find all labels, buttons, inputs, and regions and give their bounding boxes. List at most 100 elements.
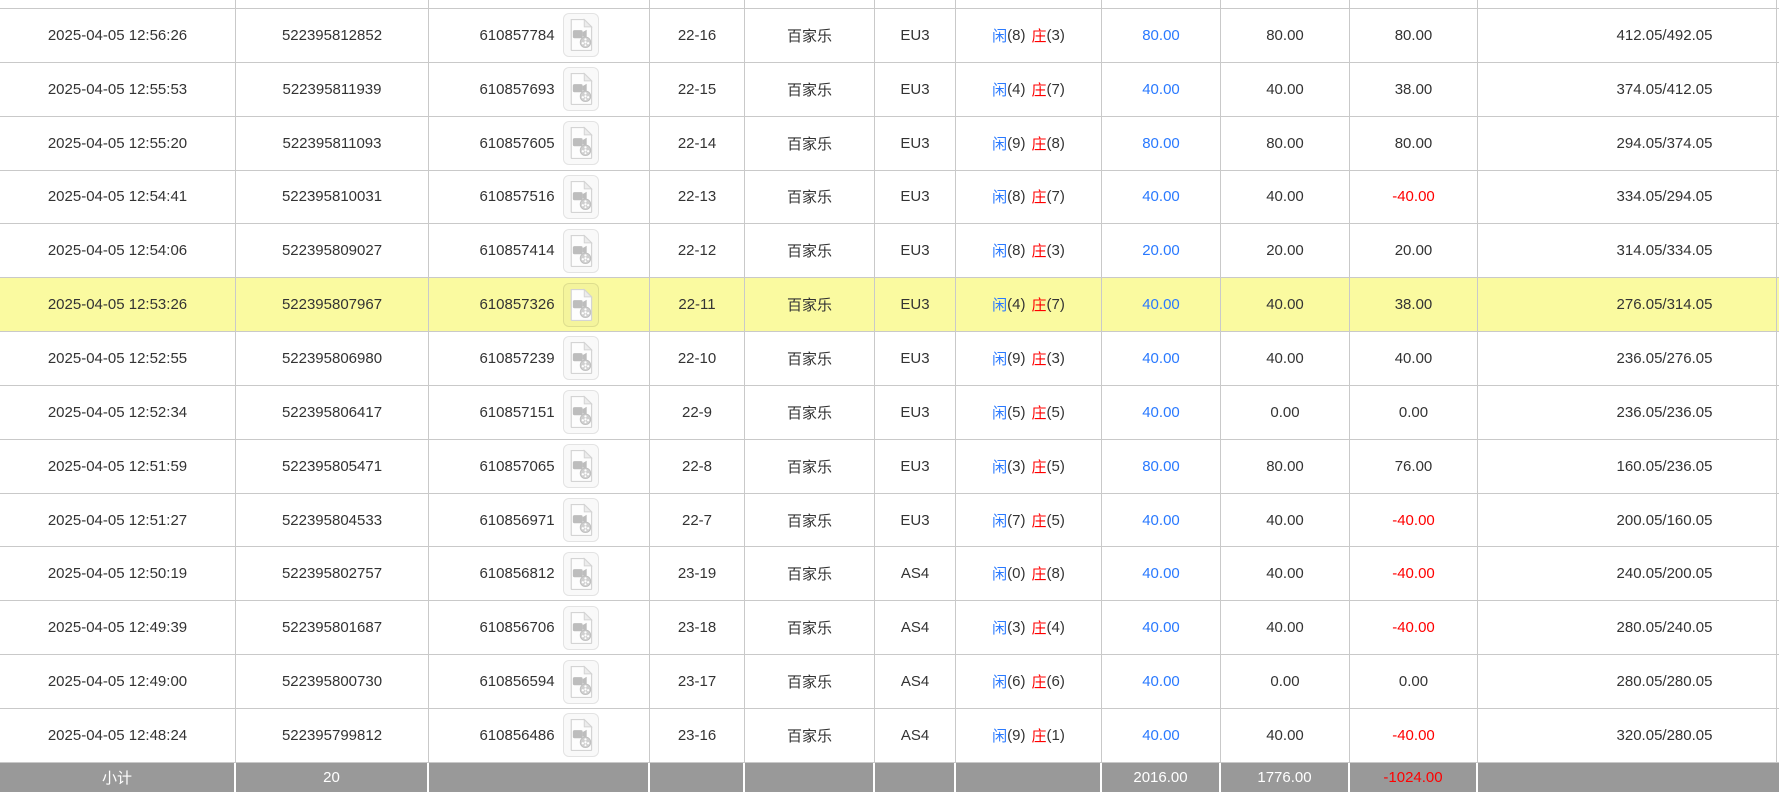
video-record-icon <box>568 395 594 429</box>
subtotal-bet: 2016.00 <box>1102 763 1221 792</box>
video-replay-button[interactable] <box>563 67 599 111</box>
winloss-amount: -40.00 <box>1350 709 1478 762</box>
bet-id: 522395807967 <box>236 278 429 331</box>
video-replay-button[interactable] <box>563 229 599 273</box>
bet-amount-link[interactable]: 40.00 <box>1142 404 1180 421</box>
banker-score: (3) <box>1047 350 1065 367</box>
balance: 236.05/236.05 <box>1478 386 1777 439</box>
game-id: 610856706 <box>479 619 554 636</box>
table-row[interactable]: 2025-04-05 12:53:26 522395807967 6108573… <box>0 278 1779 332</box>
table-row[interactable]: 2025-04-05 12:48:24 522395799812 6108564… <box>0 709 1779 763</box>
bet-time: 2025-04-05 12:49:39 <box>0 601 236 654</box>
bet-amount-link[interactable]: 40.00 <box>1142 565 1180 582</box>
video-record-icon <box>568 557 594 591</box>
bet-amount-link[interactable]: 40.00 <box>1142 512 1180 529</box>
bet-amount-link[interactable]: 80.00 <box>1142 458 1180 475</box>
table-code: AS4 <box>875 601 956 654</box>
player-label: 闲 <box>992 563 1007 584</box>
table-row[interactable]: 2025-04-05 12:54:06 522395809027 6108574… <box>0 224 1779 278</box>
bet-time: 2025-04-05 12:54:06 <box>0 224 236 277</box>
bet-time: 2025-04-05 12:52:34 <box>0 386 236 439</box>
winloss-amount: 0.00 <box>1350 655 1478 708</box>
banker-label: 庄 <box>1032 348 1047 369</box>
video-replay-button[interactable] <box>563 121 599 165</box>
video-replay-button[interactable] <box>563 283 599 327</box>
video-replay-button[interactable] <box>563 444 599 488</box>
game-name: 百家乐 <box>745 547 875 600</box>
winloss-amount: 38.00 <box>1350 63 1478 116</box>
valid-bet-amount: 40.00 <box>1221 63 1350 116</box>
video-replay-button[interactable] <box>563 175 599 219</box>
winloss-amount: 0.00 <box>1350 386 1478 439</box>
bet-id: 522395806417 <box>236 386 429 439</box>
video-record-icon <box>568 449 594 483</box>
table-row[interactable]: 2025-04-05 12:50:19 522395802757 6108568… <box>0 547 1779 601</box>
bet-time: 2025-04-05 12:54:41 <box>0 171 236 224</box>
player-score: (9) <box>1007 727 1025 744</box>
winloss-amount: -40.00 <box>1350 601 1478 654</box>
game-result: 闲(0)庄(8) <box>956 547 1102 600</box>
bet-id: 522395799812 <box>236 709 429 762</box>
player-score: (9) <box>1007 350 1025 367</box>
table-code: EU3 <box>875 386 956 439</box>
bet-amount-link[interactable]: 40.00 <box>1142 727 1180 744</box>
bet-amount-link[interactable]: 40.00 <box>1142 619 1180 636</box>
round-number: 23-17 <box>650 655 745 708</box>
bet-amount-link[interactable]: 40.00 <box>1142 296 1180 313</box>
bet-amount-link[interactable]: 40.00 <box>1142 188 1180 205</box>
subtotal-valid: 1776.00 <box>1221 763 1350 792</box>
bet-amount-link[interactable]: 40.00 <box>1142 673 1180 690</box>
table-row[interactable]: 2025-04-05 12:56:26 522395812852 6108577… <box>0 9 1779 63</box>
table-row[interactable]: 2025-04-05 12:52:34 522395806417 6108571… <box>0 386 1779 440</box>
table-row[interactable]: 2025-04-05 12:51:27 522395804533 6108569… <box>0 494 1779 548</box>
banker-score: (5) <box>1047 458 1065 475</box>
bet-amount-link[interactable]: 80.00 <box>1142 27 1180 44</box>
banker-score: (7) <box>1047 188 1065 205</box>
video-replay-button[interactable] <box>563 606 599 650</box>
bet-amount-link[interactable]: 40.00 <box>1142 81 1180 98</box>
player-score: (8) <box>1007 188 1025 205</box>
game-name: 百家乐 <box>745 171 875 224</box>
game-name: 百家乐 <box>745 386 875 439</box>
table-row[interactable]: 2025-04-05 12:54:41 522395810031 6108575… <box>0 171 1779 225</box>
player-score: (7) <box>1007 512 1025 529</box>
video-replay-button[interactable] <box>563 13 599 57</box>
table-code: AS4 <box>875 547 956 600</box>
subtotal-winloss: -1024.00 <box>1350 763 1478 792</box>
game-id: 610856486 <box>479 727 554 744</box>
player-score: (9) <box>1007 135 1025 152</box>
bet-amount-link[interactable]: 40.00 <box>1142 350 1180 367</box>
player-label: 闲 <box>992 671 1007 692</box>
balance: 412.05/492.05 <box>1478 9 1777 62</box>
table-row[interactable]: 2025-04-05 12:55:53 522395811939 6108576… <box>0 63 1779 117</box>
table-code: AS4 <box>875 709 956 762</box>
bet-amount-link[interactable]: 20.00 <box>1142 242 1180 259</box>
game-id: 610856594 <box>479 673 554 690</box>
video-record-icon <box>568 503 594 537</box>
table-code: EU3 <box>875 224 956 277</box>
table-row[interactable]: 2025-04-05 12:49:00 522395800730 6108565… <box>0 655 1779 709</box>
banker-score: (5) <box>1047 512 1065 529</box>
video-replay-button[interactable] <box>563 390 599 434</box>
video-replay-button[interactable] <box>563 660 599 704</box>
table-row[interactable]: 2025-04-05 12:51:59 522395805471 6108570… <box>0 440 1779 494</box>
table-code: EU3 <box>875 278 956 331</box>
round-number: 22-9 <box>650 386 745 439</box>
valid-bet-amount: 80.00 <box>1221 440 1350 493</box>
bet-amount-link[interactable]: 80.00 <box>1142 135 1180 152</box>
game-id: 610857326 <box>479 296 554 313</box>
player-label: 闲 <box>992 186 1007 207</box>
player-label: 闲 <box>992 240 1007 261</box>
game-result: 闲(8)庄(3) <box>956 224 1102 277</box>
table-row[interactable]: 2025-04-05 12:55:20 522395811093 6108576… <box>0 117 1779 171</box>
video-replay-button[interactable] <box>563 336 599 380</box>
video-replay-button[interactable] <box>563 713 599 757</box>
table-row[interactable]: 2025-04-05 12:52:55 522395806980 6108572… <box>0 332 1779 386</box>
balance: 276.05/314.05 <box>1478 278 1777 331</box>
video-replay-button[interactable] <box>563 498 599 542</box>
video-replay-button[interactable] <box>563 552 599 596</box>
banker-label: 庄 <box>1032 510 1047 531</box>
round-number: 23-19 <box>650 547 745 600</box>
banker-score: (8) <box>1047 565 1065 582</box>
table-row[interactable]: 2025-04-05 12:49:39 522395801687 6108567… <box>0 601 1779 655</box>
